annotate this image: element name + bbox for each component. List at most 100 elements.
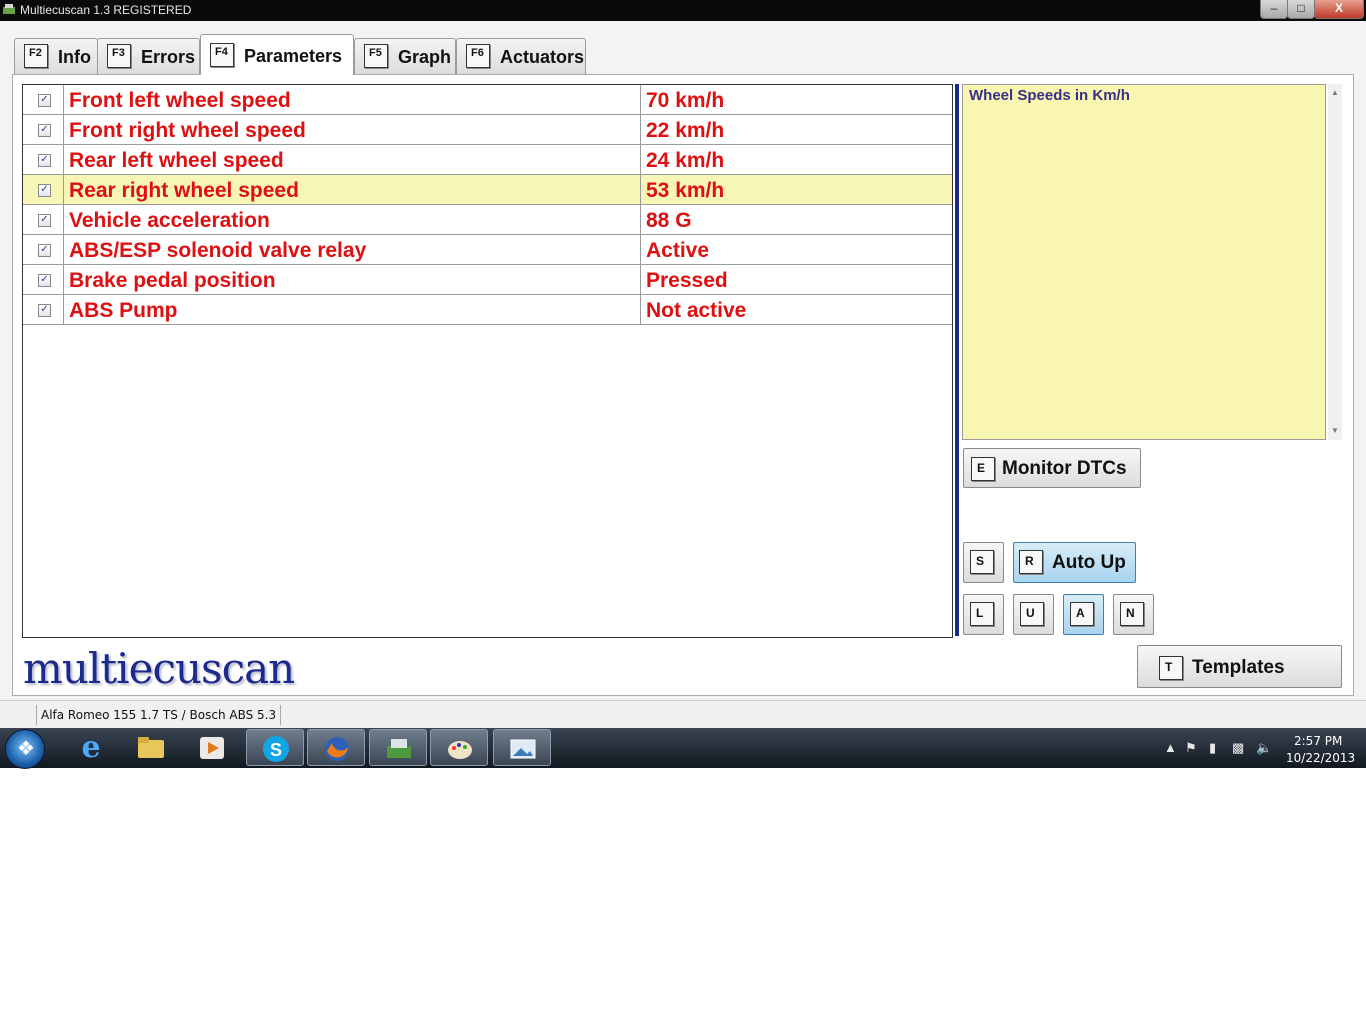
key-badge: F5 bbox=[364, 44, 388, 68]
key-badge: U bbox=[1020, 602, 1044, 626]
parameter-name: Rear left wheel speed bbox=[69, 149, 284, 172]
parameter-table[interactable]: ✓ Front left wheel speed 70 km/h ✓ Front… bbox=[22, 84, 953, 638]
paint-palette-icon bbox=[448, 741, 472, 759]
parameter-checkbox[interactable]: ✓ bbox=[38, 124, 51, 137]
column-divider bbox=[640, 235, 641, 265]
table-row[interactable]: ✓ Rear left wheel speed 24 km/h bbox=[23, 145, 952, 175]
parameter-name: Rear right wheel speed bbox=[69, 179, 299, 202]
key-badge: F6 bbox=[466, 44, 490, 68]
parameter-checkbox[interactable]: ✓ bbox=[38, 94, 51, 107]
vehicle-status: Alfa Romeo 155 1.7 TS / Bosch ABS 5.3 bbox=[36, 705, 282, 725]
column-divider bbox=[63, 115, 64, 145]
parameter-value: 22 km/h bbox=[646, 119, 725, 142]
parameter-checkbox[interactable]: ✓ bbox=[38, 184, 51, 197]
taskbar-item-media-player[interactable] bbox=[183, 729, 241, 766]
s-button[interactable]: S bbox=[963, 542, 1004, 583]
photo-viewer-icon bbox=[510, 739, 536, 759]
table-row[interactable]: ✓ ABS Pump Not active bbox=[23, 295, 952, 325]
tab-label: Info bbox=[58, 47, 91, 67]
column-divider bbox=[63, 175, 64, 205]
clock-date[interactable]: 10/22/2013 bbox=[1286, 751, 1355, 765]
parameter-value: Not active bbox=[646, 299, 747, 322]
table-row[interactable]: ✓ Vehicle acceleration 88 G bbox=[23, 205, 952, 235]
action-center-flag-icon[interactable]: ⚑ bbox=[1185, 740, 1197, 756]
status-bar: Alfa Romeo 155 1.7 TS / Bosch ABS 5.3 bbox=[0, 700, 1366, 729]
parameter-checkbox[interactable]: ✓ bbox=[38, 214, 51, 227]
description-text: Wheel Speeds in Km/h bbox=[969, 87, 1130, 104]
show-hidden-icons-icon[interactable]: ▲ bbox=[1164, 740, 1177, 755]
firefox-icon bbox=[325, 737, 349, 761]
panel-splitter[interactable] bbox=[955, 84, 959, 636]
parameter-value: Pressed bbox=[646, 269, 728, 292]
key-badge: A bbox=[1070, 602, 1094, 626]
l-button[interactable]: L bbox=[963, 594, 1004, 635]
taskbar-item-photo-viewer[interactable] bbox=[493, 729, 551, 766]
tab-parameters[interactable]: F4 Parameters bbox=[200, 34, 354, 75]
column-divider bbox=[640, 145, 641, 175]
parameter-checkbox[interactable]: ✓ bbox=[38, 244, 51, 257]
column-divider bbox=[63, 265, 64, 295]
monitor-dtcs-button[interactable]: E Monitor DTCs bbox=[963, 448, 1141, 488]
column-divider bbox=[640, 205, 641, 235]
templates-button[interactable]: T Templates bbox=[1137, 645, 1342, 688]
table-row[interactable]: ✓ Brake pedal position Pressed bbox=[23, 265, 952, 295]
taskbar-item-paint[interactable] bbox=[430, 729, 488, 766]
key-badge: S bbox=[970, 550, 994, 574]
u-button[interactable]: U bbox=[1013, 594, 1054, 635]
table-row[interactable]: ✓ Front left wheel speed 70 km/h bbox=[23, 85, 952, 115]
title-bar: Multiecuscan 1.3 REGISTERED – □ X bbox=[0, 0, 1366, 21]
column-divider bbox=[640, 115, 641, 145]
column-divider bbox=[640, 175, 641, 205]
n-button[interactable]: N bbox=[1113, 594, 1154, 635]
description-panel: Wheel Speeds in Km/h bbox=[962, 84, 1326, 440]
column-divider bbox=[63, 235, 64, 265]
tab-label: Actuators bbox=[500, 47, 585, 67]
close-button[interactable]: X bbox=[1314, 0, 1364, 19]
table-row[interactable]: ✓ ABS/ESP solenoid valve relay Active bbox=[23, 235, 952, 265]
taskbar-item-explorer[interactable] bbox=[122, 729, 180, 766]
parameter-value: 88 G bbox=[646, 209, 692, 232]
key-badge: E bbox=[971, 457, 995, 481]
tab-label: Errors bbox=[141, 47, 196, 67]
multiecuscan-icon bbox=[387, 739, 411, 758]
description-scrollbar[interactable]: ▲ ▼ bbox=[1328, 84, 1342, 440]
scroll-up-icon[interactable]: ▲ bbox=[1331, 88, 1339, 97]
app-icon bbox=[3, 4, 15, 14]
parameter-checkbox[interactable]: ✓ bbox=[38, 274, 51, 287]
taskbar-item-multiecuscan[interactable] bbox=[369, 729, 427, 766]
button-label: Monitor DTCs bbox=[1002, 458, 1127, 479]
taskbar-item-skype[interactable]: S bbox=[246, 729, 304, 766]
multiecuscan-logo: multiecuscan bbox=[23, 644, 295, 693]
volume-icon[interactable]: 🔈 bbox=[1256, 740, 1272, 756]
taskbar: e S bbox=[0, 728, 1366, 768]
clock-time[interactable]: 2:57 PM bbox=[1294, 734, 1342, 748]
media-player-icon bbox=[200, 737, 224, 759]
minimize-button[interactable]: – bbox=[1260, 0, 1288, 19]
maximize-button[interactable]: □ bbox=[1287, 0, 1315, 19]
key-badge: F4 bbox=[210, 43, 234, 67]
auto-up-button[interactable]: R Auto Up bbox=[1013, 542, 1136, 583]
tab-errors[interactable]: F3 Errors bbox=[97, 38, 200, 74]
column-divider bbox=[640, 295, 641, 325]
table-row[interactable]: ✓ Front right wheel speed 22 km/h bbox=[23, 115, 952, 145]
parameter-name: Brake pedal position bbox=[69, 269, 276, 292]
parameter-checkbox[interactable]: ✓ bbox=[38, 154, 51, 167]
power-icon[interactable]: ▮ bbox=[1209, 740, 1216, 756]
parameter-name: ABS Pump bbox=[69, 299, 178, 322]
button-label: Auto Up bbox=[1052, 552, 1126, 573]
parameter-checkbox[interactable]: ✓ bbox=[38, 304, 51, 317]
table-row-selected[interactable]: ✓ Rear right wheel speed 53 km/h bbox=[23, 175, 952, 205]
network-signal-icon[interactable]: ▩ bbox=[1232, 740, 1244, 756]
tab-info[interactable]: F2 Info bbox=[14, 38, 98, 74]
start-button[interactable]: ❖ bbox=[5, 729, 45, 769]
a-button[interactable]: A bbox=[1063, 594, 1104, 635]
column-divider bbox=[640, 265, 641, 295]
taskbar-item-internet-explorer[interactable]: e bbox=[62, 729, 120, 766]
parameter-name: ABS/ESP solenoid valve relay bbox=[69, 239, 367, 262]
tab-actuators[interactable]: F6 Actuators bbox=[456, 38, 586, 74]
tab-graph[interactable]: F5 Graph bbox=[354, 38, 456, 74]
taskbar-item-firefox[interactable] bbox=[307, 729, 365, 766]
parameter-value: Active bbox=[646, 239, 710, 262]
scroll-down-icon[interactable]: ▼ bbox=[1331, 426, 1339, 435]
key-badge: N bbox=[1120, 602, 1144, 626]
